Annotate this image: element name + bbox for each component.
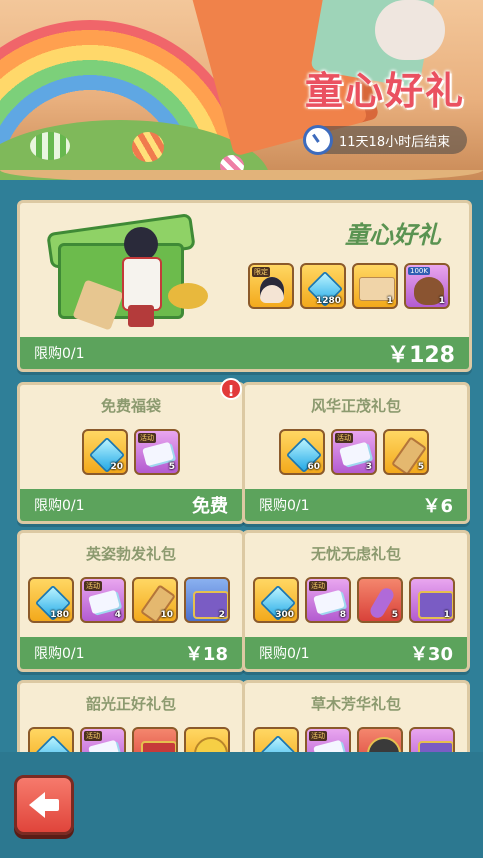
reward-ticket[interactable]: 活动 3 <box>331 429 377 475</box>
item-tag: 活动 <box>84 581 102 591</box>
pack-title: 韶光正好礼包 <box>85 695 176 713</box>
featured-pack-footer: 限购0/1 ￥128 <box>20 337 469 369</box>
item-tag: 活动 <box>309 581 327 591</box>
candy-decoration <box>30 132 70 160</box>
purchase-limit: 限购0/1 <box>34 646 85 662</box>
banner-edge <box>0 170 483 180</box>
timer-text: 11天18小时后结束 <box>339 134 451 150</box>
hero-character <box>116 227 164 327</box>
reward-chest[interactable]: 1 <box>409 577 455 623</box>
item-quantity: 5 <box>168 462 175 472</box>
reward-ticket[interactable]: 活动 5 <box>134 429 180 475</box>
item-quantity: 3 <box>365 462 372 472</box>
reward-diamond[interactable]: 20 <box>82 429 128 475</box>
reward-tube[interactable]: 5 <box>357 577 403 623</box>
pack-title: 免费福袋 <box>100 397 161 415</box>
purchase-limit: 限购0/1 <box>259 646 310 662</box>
buy-price-button[interactable]: 免费 <box>192 492 228 518</box>
featured-pack-card[interactable]: 童心好礼 限定 1280 1 100K 1 限购0/1 ￥128 <box>17 200 472 372</box>
item-tag: 活动 <box>335 433 353 443</box>
alert-badge-icon: ! <box>220 378 242 400</box>
item-quantity: 1 <box>438 296 445 306</box>
item-quantity: 5 <box>417 462 424 472</box>
item-quantity: 1 <box>386 296 393 306</box>
purchase-limit: 限购0/1 <box>34 498 85 514</box>
teddy-bear-decoration <box>375 0 445 60</box>
item-quantity: 1 <box>443 610 450 620</box>
pack-footer: 限购0/1 ￥18 <box>20 637 242 669</box>
featured-pack-title: 童心好礼 <box>345 221 441 249</box>
clock-icon <box>303 125 333 155</box>
reward-ticket[interactable]: 活动 8 <box>305 577 351 623</box>
pack-card-6[interactable]: 风华正茂礼包 60 活动 3 5 限购0/1 ￥6 <box>242 382 470 524</box>
reward-diamond[interactable]: 60 <box>279 429 325 475</box>
item-quantity: 60 <box>307 462 320 472</box>
pack-title: 草木芳华礼包 <box>310 695 401 713</box>
pack-card-30[interactable]: 无忧无虑礼包 300 活动 8 5 1 限购0/1 ￥30 <box>242 530 470 672</box>
event-banner: 童心好礼 11天18小时后结束 <box>0 0 483 180</box>
buy-price-button[interactable]: ￥6 <box>422 492 453 518</box>
reward-ticket[interactable]: 活动 4 <box>80 577 126 623</box>
coins-decoration <box>168 283 208 309</box>
candy-decoration <box>132 132 164 162</box>
pack-title: 英姿勃发礼包 <box>85 545 176 563</box>
pack-footer: 限购0/1 免费 <box>20 489 242 521</box>
item-quantity: 10 <box>160 610 173 620</box>
pack-footer: 限购0/1 ￥6 <box>245 489 467 521</box>
reward-scroll[interactable]: 10 <box>132 577 178 623</box>
reward-diamond[interactable]: 1280 <box>300 263 346 309</box>
pack-card-free-bag[interactable]: 免费福袋 20 活动 5 限购0/1 免费 <box>17 382 245 524</box>
purchase-limit: 限购0/1 <box>259 498 310 514</box>
item-tag: 100K <box>408 267 430 275</box>
buy-price-button[interactable]: ￥30 <box>410 640 453 666</box>
reward-diamond[interactable]: 180 <box>28 577 74 623</box>
reward-gold-bag[interactable]: 100K 1 <box>404 263 450 309</box>
pack-footer: 限购0/1 ￥30 <box>245 637 467 669</box>
item-tag: 活动 <box>309 731 327 741</box>
pack-title: 风华正茂礼包 <box>310 397 401 415</box>
hero-pack-artwork <box>38 213 218 331</box>
hero-portrait-icon <box>260 277 284 303</box>
reward-diamond[interactable]: 300 <box>253 577 299 623</box>
item-quantity: 2 <box>218 610 225 620</box>
event-title: 童心好礼 <box>304 69 465 113</box>
buy-price-button[interactable]: ￥128 <box>387 337 455 369</box>
event-timer: 11天18小时后结束 <box>303 125 467 155</box>
buy-price-button[interactable]: ￥18 <box>185 640 228 666</box>
reward-treasure-map[interactable]: 1 <box>352 263 398 309</box>
reward-chest[interactable]: 2 <box>184 577 230 623</box>
item-quantity: 4 <box>114 610 121 620</box>
pack-title: 无忧无虑礼包 <box>310 545 401 563</box>
pack-card-18[interactable]: 英姿勃发礼包 180 活动 4 10 2 限购0/1 ￥18 <box>17 530 245 672</box>
item-quantity: 5 <box>391 610 398 620</box>
item-tag: 限定 <box>252 267 270 277</box>
item-quantity: 8 <box>339 610 346 620</box>
item-tag: 活动 <box>138 433 156 443</box>
back-button[interactable] <box>14 775 74 835</box>
purchase-limit: 限购0/1 <box>34 346 85 362</box>
item-quantity: 300 <box>275 610 294 620</box>
item-quantity: 1280 <box>315 296 341 306</box>
item-quantity: 20 <box>110 462 123 472</box>
item-quantity: 180 <box>50 610 69 620</box>
item-tag: 活动 <box>84 731 102 741</box>
reward-scroll[interactable]: 5 <box>383 429 429 475</box>
reward-hero-portrait[interactable]: 限定 <box>248 263 294 309</box>
